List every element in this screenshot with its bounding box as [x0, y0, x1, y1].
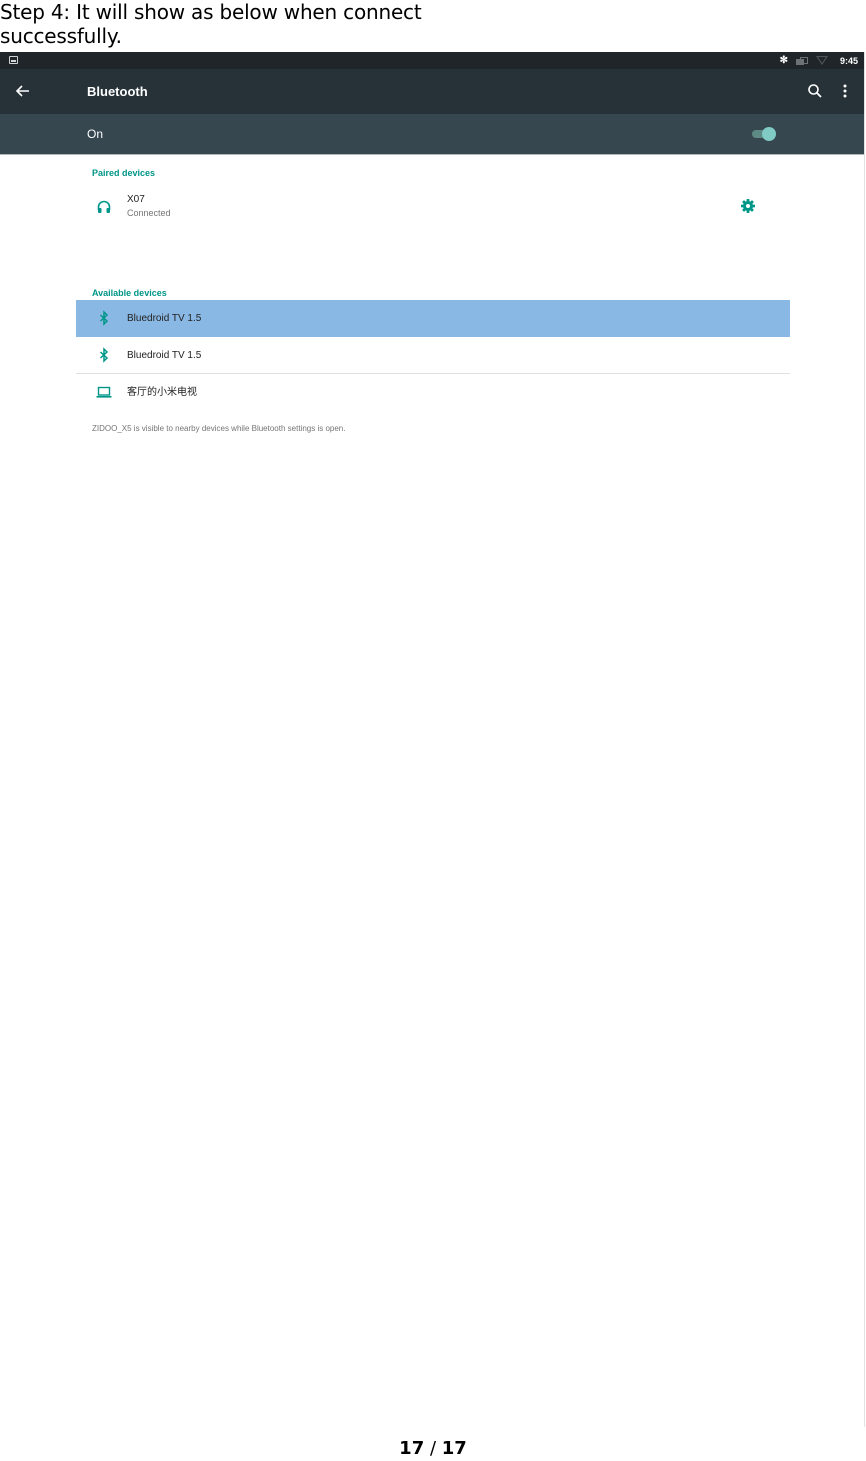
visibility-note: ZIDOO_X5 is visible to nearby devices wh…: [92, 424, 346, 433]
search-button[interactable]: [806, 82, 824, 100]
gear-icon[interactable]: [740, 198, 756, 214]
more-options-button[interactable]: [838, 82, 852, 100]
laptop-icon: [96, 386, 112, 398]
toggle-thumb: [762, 127, 776, 141]
bluetooth-icon: [99, 310, 109, 326]
page-number: 17 / 17: [0, 1438, 866, 1459]
image-notification-icon: [9, 56, 18, 64]
android-screen: ✻ 9:45 Bluetooth On Paired devices X07 C…: [0, 52, 865, 1427]
app-bar: Bluetooth: [0, 69, 864, 114]
device-name: X07: [127, 194, 145, 205]
paired-device-item[interactable]: X07 Connected: [76, 191, 790, 227]
switch-label: On: [87, 127, 104, 141]
device-status: Connected: [127, 208, 171, 218]
search-icon: [808, 84, 822, 98]
page-total: 17: [441, 1438, 467, 1459]
available-devices-header: Available devices: [92, 288, 167, 298]
more-vertical-icon: [843, 84, 847, 98]
back-button[interactable]: [12, 81, 34, 101]
available-device-item[interactable]: 客厅的小米电视: [76, 374, 790, 411]
ethernet-icon: [795, 56, 808, 65]
page-current: 17: [399, 1438, 425, 1459]
bluetooth-icon: [99, 347, 109, 363]
page-separator: /: [424, 1438, 442, 1459]
status-bar: ✻ 9:45: [0, 52, 864, 69]
available-device-item[interactable]: Bluedroid TV 1.5: [76, 337, 790, 374]
bluetooth-switch-bar[interactable]: On: [0, 114, 864, 155]
page-title: Bluetooth: [87, 84, 148, 99]
bluetooth-status-icon: ✻: [779, 55, 788, 66]
available-device-item[interactable]: Bluedroid TV 1.5: [76, 300, 790, 337]
headphones-icon: [97, 200, 111, 213]
status-icons: ✻ 9:45: [780, 52, 858, 69]
arrow-left-icon: [15, 85, 29, 97]
device-name: 客厅的小米电视: [127, 387, 197, 398]
status-time: 9:45: [839, 55, 858, 66]
device-name: Bluedroid TV 1.5: [127, 313, 202, 324]
bluetooth-toggle[interactable]: [752, 126, 778, 142]
wifi-icon: [815, 56, 828, 65]
device-name: Bluedroid TV 1.5: [127, 350, 202, 361]
document-caption: Step 4: It will show as below when conne…: [0, 0, 422, 48]
paired-devices-header: Paired devices: [92, 168, 156, 178]
